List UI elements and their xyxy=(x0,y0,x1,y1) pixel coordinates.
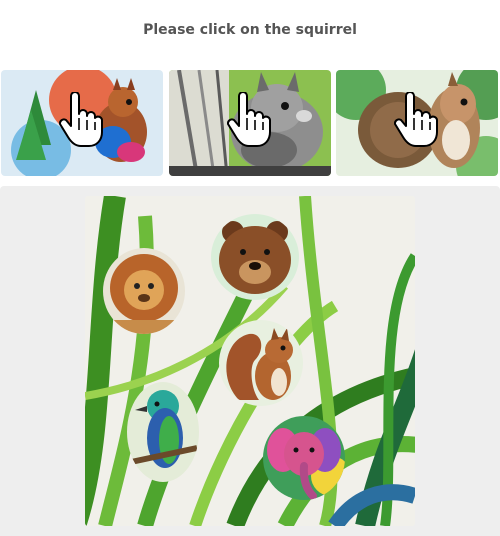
animal-bird[interactable] xyxy=(127,382,199,482)
animal-squirrel[interactable] xyxy=(219,320,303,406)
squirrel-art xyxy=(219,320,303,406)
animal-bear[interactable] xyxy=(211,214,299,300)
captcha-widget: Please click on the squirrel xyxy=(0,0,500,536)
bird-art xyxy=(127,382,199,482)
challenge-panel xyxy=(0,186,500,536)
challenge-image[interactable] xyxy=(85,196,415,526)
hand-pointer-icon xyxy=(227,92,271,147)
example-image-1 xyxy=(1,70,163,176)
bear-art xyxy=(211,214,299,300)
hand-pointer-icon xyxy=(394,92,438,147)
lion-art xyxy=(103,248,185,334)
example-image-2 xyxy=(169,70,331,176)
hand-pointer-icon xyxy=(59,92,103,147)
animal-lion[interactable] xyxy=(103,248,185,334)
captcha-prompt: Please click on the squirrel xyxy=(143,22,357,38)
elephant-art xyxy=(263,416,345,500)
animal-elephant[interactable] xyxy=(263,416,345,500)
example-image-3 xyxy=(336,70,498,176)
